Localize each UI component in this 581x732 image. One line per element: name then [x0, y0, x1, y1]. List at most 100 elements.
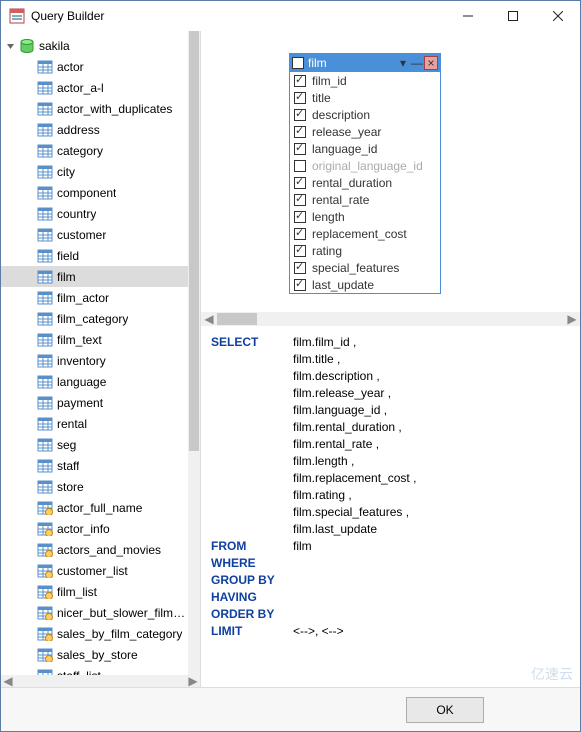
maximize-button[interactable]	[490, 1, 535, 31]
column-row-length[interactable]: length	[290, 208, 440, 225]
table-item-actor[interactable]: actor	[1, 56, 189, 77]
column-row-special_features[interactable]: special_features	[290, 259, 440, 276]
table-item-payment[interactable]: payment	[1, 392, 189, 413]
column-row-language_id[interactable]: language_id	[290, 140, 440, 157]
column-row-release_year[interactable]: release_year	[290, 123, 440, 140]
column-checkbox[interactable]	[294, 109, 306, 121]
select-field[interactable]: film.replacement_cost	[293, 471, 410, 485]
column-checkbox[interactable]	[294, 279, 306, 291]
from-table[interactable]: film	[293, 538, 312, 555]
query-canvas[interactable]: film ▾ — × film_idtitledescriptionreleas…	[201, 31, 580, 326]
column-checkbox[interactable]	[294, 126, 306, 138]
table-item-store[interactable]: store	[1, 476, 189, 497]
table-item-film-actor[interactable]: film_actor	[1, 287, 189, 308]
table-item-actor-a-l[interactable]: actor_a-l	[1, 77, 189, 98]
column-checkbox[interactable]	[294, 177, 306, 189]
table-item-film[interactable]: film	[1, 266, 189, 287]
column-checkbox[interactable]	[294, 143, 306, 155]
column-row-rental_rate[interactable]: rental_rate	[290, 191, 440, 208]
table-item-category[interactable]: category	[1, 140, 189, 161]
table-item-film-category[interactable]: film_category	[1, 308, 189, 329]
select-field[interactable]: film.rental_rate	[293, 437, 372, 451]
column-row-rating[interactable]: rating	[290, 242, 440, 259]
db-item-sakila[interactable]: sakila	[1, 35, 189, 56]
canvas-hscroll[interactable]: ◀ ▶	[201, 312, 580, 326]
column-checkbox[interactable]	[294, 75, 306, 87]
table-item-nicer-but-slower-film----[interactable]: nicer_but_slower_film_...	[1, 602, 189, 623]
scroll-thumb[interactable]	[217, 313, 257, 325]
sql-panel[interactable]: SELECT film.film_id , film.title , film.…	[201, 326, 580, 687]
table-item-sales-by-film-category[interactable]: sales_by_film_category	[1, 623, 189, 644]
limit-value[interactable]: <-->, <-->	[293, 623, 344, 640]
column-row-title[interactable]: title	[290, 89, 440, 106]
view-icon	[37, 627, 53, 641]
expander-icon[interactable]	[5, 40, 17, 52]
scroll-left-icon[interactable]: ◀	[1, 675, 15, 687]
column-row-replacement_cost[interactable]: replacement_cost	[290, 225, 440, 242]
select-field[interactable]: film.title	[293, 352, 334, 366]
table-item-component[interactable]: component	[1, 182, 189, 203]
table-item-seg[interactable]: seg	[1, 434, 189, 455]
scroll-right-icon[interactable]: ▶	[186, 675, 200, 687]
scroll-left-icon[interactable]: ◀	[201, 312, 217, 326]
column-checkbox[interactable]	[294, 228, 306, 240]
table-icon	[37, 207, 53, 221]
table-item-address[interactable]: address	[1, 119, 189, 140]
select-all-checkbox[interactable]	[292, 57, 304, 69]
schema-tree[interactable]: sakilaactoractor_a-lactor_with_duplicate…	[1, 31, 189, 687]
select-field[interactable]: film.film_id	[293, 335, 350, 349]
column-checkbox[interactable]	[294, 262, 306, 274]
column-row-rental_duration[interactable]: rental_duration	[290, 174, 440, 191]
column-checkbox[interactable]	[294, 211, 306, 223]
minimize-icon	[463, 11, 473, 21]
table-item-country[interactable]: country	[1, 203, 189, 224]
table-item-actors-and-movies[interactable]: actors_and_movies	[1, 539, 189, 560]
select-field[interactable]: film.language_id	[293, 403, 380, 417]
table-item-actor-info[interactable]: actor_info	[1, 518, 189, 539]
table-item-language[interactable]: language	[1, 371, 189, 392]
table-item-film-text[interactable]: film_text	[1, 329, 189, 350]
table-icon	[37, 312, 53, 326]
select-field[interactable]: film.description	[293, 369, 373, 383]
remove-table-button[interactable]: ×	[424, 56, 438, 70]
close-button[interactable]	[535, 1, 580, 31]
sidebar-hscroll[interactable]: ◀ ▶	[1, 675, 200, 687]
table-item-inventory[interactable]: inventory	[1, 350, 189, 371]
column-row-last_update[interactable]: last_update	[290, 276, 440, 293]
table-item-customer-list[interactable]: customer_list	[1, 560, 189, 581]
column-row-original_language_id[interactable]: original_language_id	[290, 157, 440, 174]
minimize-button[interactable]	[445, 1, 490, 31]
dropdown-icon[interactable]: ▾	[396, 56, 410, 70]
column-row-description[interactable]: description	[290, 106, 440, 123]
window-title: Query Builder	[31, 9, 445, 23]
select-field[interactable]: film.last_update	[293, 522, 377, 536]
select-field[interactable]: film.special_features	[293, 505, 402, 519]
table-item-rental[interactable]: rental	[1, 413, 189, 434]
select-field[interactable]: film.rental_duration	[293, 420, 395, 434]
select-field[interactable]: film.release_year	[293, 386, 384, 400]
column-checkbox[interactable]	[294, 194, 306, 206]
collapse-icon[interactable]: —	[410, 56, 424, 70]
sidebar-vscroll[interactable]	[188, 31, 200, 687]
scroll-right-icon[interactable]: ▶	[564, 312, 580, 326]
select-field[interactable]: film.rating	[293, 488, 345, 502]
table-item-customer[interactable]: customer	[1, 224, 189, 245]
table-item-staff[interactable]: staff	[1, 455, 189, 476]
column-checkbox[interactable]	[294, 160, 306, 172]
table-item-actor-with-duplicates[interactable]: actor_with_duplicates	[1, 98, 189, 119]
table-item-actor-full-name[interactable]: actor_full_name	[1, 497, 189, 518]
table-label: field	[57, 249, 79, 263]
table-box-header[interactable]: film ▾ — ×	[290, 54, 440, 72]
ok-button[interactable]: OK	[406, 697, 484, 723]
table-item-city[interactable]: city	[1, 161, 189, 182]
column-row-film_id[interactable]: film_id	[290, 72, 440, 89]
table-item-sales-by-store[interactable]: sales_by_store	[1, 644, 189, 665]
table-box-film[interactable]: film ▾ — × film_idtitledescriptionreleas…	[289, 53, 441, 294]
column-checkbox[interactable]	[294, 92, 306, 104]
table-item-field[interactable]: field	[1, 245, 189, 266]
scroll-thumb[interactable]	[189, 31, 199, 451]
table-label: language	[57, 375, 106, 389]
column-checkbox[interactable]	[294, 245, 306, 257]
select-field[interactable]: film.length	[293, 454, 348, 468]
table-item-film-list[interactable]: film_list	[1, 581, 189, 602]
